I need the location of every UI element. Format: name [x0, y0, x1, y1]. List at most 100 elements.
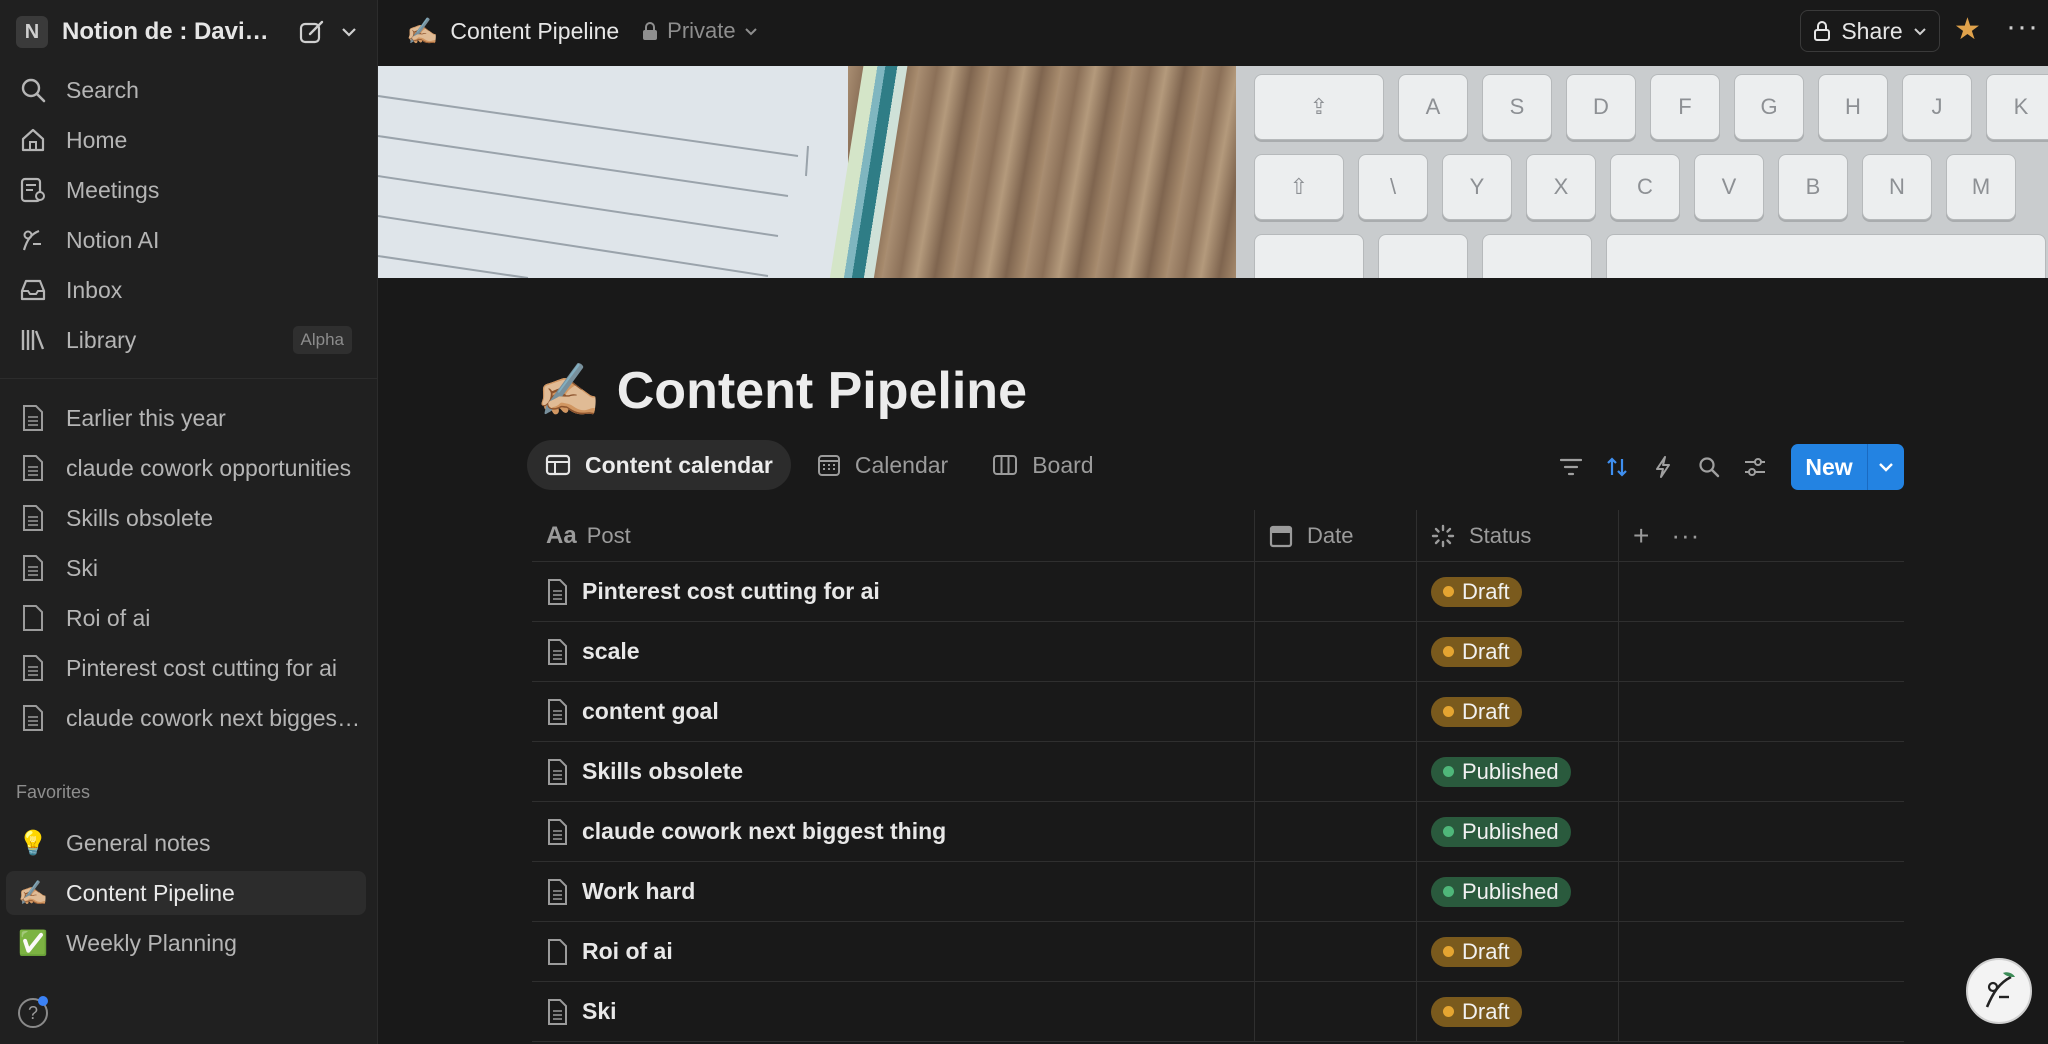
filter-icon[interactable]: [1560, 456, 1582, 478]
post-title[interactable]: Skills obsolete: [582, 758, 743, 785]
date-cell[interactable]: [1254, 562, 1416, 621]
sidebar-page-item[interactable]: Roi of ai: [16, 596, 362, 640]
nav-meetings[interactable]: Meetings: [16, 168, 362, 212]
tab-calendar[interactable]: Calendar: [799, 440, 966, 490]
status-label: Draft: [1462, 578, 1510, 604]
more-options-icon[interactable]: ···: [2006, 10, 2039, 44]
privacy-selector[interactable]: Private: [641, 18, 757, 44]
text-property-icon: Aa: [546, 521, 577, 549]
post-title[interactable]: Ski: [582, 998, 617, 1025]
date-cell[interactable]: [1254, 742, 1416, 801]
cover-keyboard: ⇪ A S D F G H J K ⇧ \ Y X C V B N M: [1236, 66, 2048, 278]
nav-inbox[interactable]: Inbox: [16, 268, 362, 312]
post-title[interactable]: Roi of ai: [582, 938, 673, 965]
date-cell[interactable]: [1254, 682, 1416, 741]
sort-icon[interactable]: [1606, 456, 1628, 478]
nav-search[interactable]: Search: [16, 68, 362, 112]
sidebar-page-item[interactable]: Earlier this year: [16, 396, 362, 440]
favorite-item-active[interactable]: ✍🏼 Content Pipeline: [6, 871, 366, 915]
empty-cell: [1618, 622, 1904, 681]
more-options-icon[interactable]: ···: [1671, 520, 1700, 551]
post-title[interactable]: Pinterest cost cutting for ai: [582, 578, 880, 605]
search-icon[interactable]: [1698, 456, 1720, 478]
favorite-item[interactable]: 💡 General notes: [16, 821, 362, 865]
new-page-icon[interactable]: [298, 18, 326, 46]
board-icon: [993, 455, 1018, 475]
calendar-icon: [1269, 525, 1293, 547]
status-cell[interactable]: Published: [1416, 742, 1618, 801]
tab-content-calendar[interactable]: Content calendar: [527, 440, 791, 490]
nav-notion-ai[interactable]: Notion AI: [16, 218, 362, 262]
date-cell[interactable]: [1254, 922, 1416, 981]
nav-label: Library: [66, 326, 137, 353]
nav-home[interactable]: Home: [16, 118, 362, 162]
post-title[interactable]: content goal: [582, 698, 719, 725]
table-header: Aa Post Date Status + ···: [532, 510, 1904, 562]
favorite-star-icon[interactable]: ★: [1954, 12, 1981, 47]
status-cell[interactable]: Published: [1416, 862, 1618, 921]
post-title[interactable]: Work hard: [582, 878, 695, 905]
table-row[interactable]: scale Draft: [532, 622, 1904, 682]
table-row[interactable]: content goal Draft: [532, 682, 1904, 742]
tab-label: Content calendar: [585, 451, 773, 478]
sidebar-page-item[interactable]: Skills obsolete: [16, 496, 362, 540]
nav-library[interactable]: Library Alpha: [16, 318, 362, 362]
column-header-status[interactable]: Status: [1416, 510, 1618, 561]
post-title[interactable]: claude cowork next biggest thing: [582, 818, 946, 845]
add-property-icon[interactable]: +: [1633, 520, 1649, 552]
page-icon: [16, 451, 50, 485]
status-cell[interactable]: Draft: [1416, 622, 1618, 681]
status-cell[interactable]: Draft: [1416, 982, 1618, 1041]
status-cell[interactable]: Draft: [1416, 922, 1618, 981]
column-header-post[interactable]: Aa Post: [532, 510, 1254, 561]
notion-ai-assistant-icon[interactable]: [1966, 958, 2032, 1024]
share-button[interactable]: Share: [1800, 10, 1940, 52]
status-label: Published: [1462, 878, 1559, 904]
empty-cell: [1618, 802, 1904, 861]
tab-board[interactable]: Board: [974, 440, 1111, 490]
new-dropdown-chevron-icon[interactable]: [1868, 461, 1904, 473]
table-row[interactable]: Work hard Published: [532, 862, 1904, 922]
breadcrumb-title[interactable]: Content Pipeline: [450, 18, 619, 45]
post-title[interactable]: scale: [582, 638, 640, 665]
date-cell[interactable]: [1254, 802, 1416, 861]
sidebar-page-item[interactable]: claude cowork opportunities: [16, 446, 362, 490]
sidebar-page-label: Earlier this year: [66, 404, 226, 431]
status-label: Draft: [1462, 938, 1510, 964]
page-emoji-icon[interactable]: ✍🏼: [536, 360, 601, 421]
privacy-label: Private: [667, 18, 736, 43]
date-cell[interactable]: [1254, 982, 1416, 1041]
page-icon: [548, 878, 567, 905]
settings-sliders-icon[interactable]: [1744, 456, 1766, 478]
alpha-badge: Alpha: [292, 326, 352, 354]
table-row[interactable]: claude cowork next biggest thing Publish…: [532, 802, 1904, 862]
status-badge: Published: [1431, 876, 1571, 907]
status-cell[interactable]: Draft: [1416, 682, 1618, 741]
page-title-text: Content Pipeline: [616, 361, 1027, 420]
chevron-down-icon[interactable]: [340, 23, 358, 41]
sidebar-page-item[interactable]: Pinterest cost cutting for ai: [16, 646, 362, 690]
workspace-switcher[interactable]: N Notion de : David...: [16, 14, 366, 50]
sidebar: N Notion de : David... Search Home Meeti…: [0, 0, 378, 1044]
page-title[interactable]: ✍🏼 Content Pipeline: [536, 360, 1027, 421]
column-header-date[interactable]: Date: [1254, 510, 1416, 561]
new-button[interactable]: New: [1791, 444, 1904, 490]
status-cell[interactable]: Draft: [1416, 562, 1618, 621]
table-row[interactable]: Skills obsolete Published: [532, 742, 1904, 802]
table-row[interactable]: Ski Draft: [532, 982, 1904, 1042]
favorite-item[interactable]: ✅ Weekly Planning: [16, 921, 362, 965]
date-cell[interactable]: [1254, 862, 1416, 921]
inbox-icon: [16, 273, 50, 307]
status-loader-icon: [1431, 524, 1455, 547]
date-cell[interactable]: [1254, 622, 1416, 681]
status-cell[interactable]: Published: [1416, 802, 1618, 861]
calendar-icon: [817, 455, 840, 476]
table-row[interactable]: Roi of ai Draft: [532, 922, 1904, 982]
cover-image[interactable]: ⇪ A S D F G H J K ⇧ \ Y X C V B N M: [378, 66, 2048, 278]
home-icon: [16, 123, 50, 157]
automation-bolt-icon[interactable]: [1652, 456, 1674, 478]
column-label: Post: [586, 522, 631, 548]
sidebar-page-item[interactable]: claude cowork next biggest thing: [16, 696, 362, 740]
table-row[interactable]: Pinterest cost cutting for ai Draft: [532, 562, 1904, 622]
sidebar-page-item[interactable]: Ski: [16, 546, 362, 590]
